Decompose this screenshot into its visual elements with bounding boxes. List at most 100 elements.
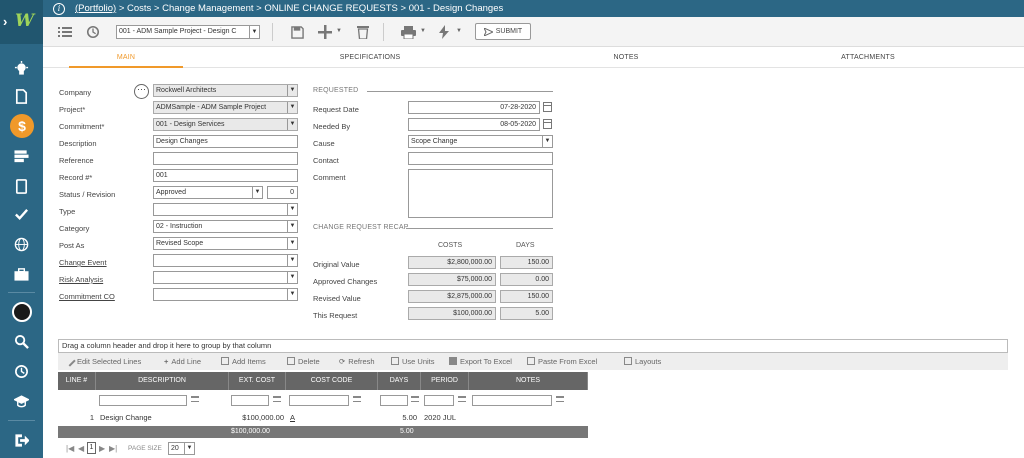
print-dropdown-caret-icon[interactable]: ▼ — [420, 28, 426, 34]
tab-specifications[interactable]: SPECIFICATIONS — [313, 47, 427, 68]
save-icon[interactable] — [289, 24, 305, 40]
dollar-icon[interactable]: $ — [10, 114, 34, 138]
document-icon[interactable] — [0, 83, 43, 109]
filter-icon[interactable] — [273, 396, 281, 402]
filter-input[interactable] — [380, 395, 408, 406]
avatar-icon[interactable] — [12, 302, 32, 322]
submit-button[interactable]: SUBMIT — [475, 23, 531, 40]
chevron-down-icon[interactable]: ▼ — [184, 443, 194, 454]
group-by-drop-zone[interactable]: Drag a column header and drop it here to… — [58, 339, 1008, 353]
layouts-button[interactable]: Layouts — [624, 357, 661, 366]
list-view-icon[interactable] — [57, 24, 73, 40]
check-icon[interactable] — [0, 201, 43, 227]
commitment-field[interactable]: 001 - Design Services ▼ — [153, 118, 298, 131]
comment-textarea[interactable] — [408, 169, 553, 218]
filter-input[interactable] — [231, 395, 269, 406]
column-header-description[interactable]: DESCRIPTION — [96, 372, 229, 390]
globe-icon[interactable] — [0, 231, 43, 257]
column-header-period[interactable]: PERIOD — [421, 372, 469, 390]
filter-icon[interactable] — [458, 396, 466, 402]
commitment-co-field[interactable]: ▼ — [153, 288, 298, 301]
chevron-down-icon[interactable]: ▼ — [287, 85, 297, 96]
add-line-button[interactable]: + Add Line — [164, 357, 201, 366]
filter-icon[interactable] — [191, 396, 199, 402]
breadcrumb-portfolio-link[interactable]: (Portfolio) — [75, 3, 116, 14]
actions-dropdown-caret-icon[interactable]: ▼ — [456, 28, 462, 34]
company-more-icon[interactable]: ··· — [134, 84, 149, 99]
app-logo[interactable]: › W — [0, 0, 43, 44]
filter-input[interactable] — [472, 395, 552, 406]
info-icon[interactable]: i — [53, 2, 65, 15]
next-page-icon[interactable]: ▶ — [99, 444, 105, 453]
filter-icon[interactable] — [556, 396, 564, 402]
risk-analysis-field[interactable]: ▼ — [153, 271, 298, 284]
column-header-line[interactable]: LINE # — [58, 372, 96, 390]
add-items-button[interactable]: Add Items — [221, 357, 266, 366]
risk-analysis-link[interactable]: Risk Analysis — [59, 275, 103, 284]
paste-from-excel-button[interactable]: Paste From Excel — [527, 357, 597, 366]
filter-icon[interactable] — [411, 396, 419, 402]
filter-icon[interactable] — [353, 396, 361, 402]
post-as-field[interactable]: Revised Scope ▼ — [153, 237, 298, 250]
use-units-checkbox[interactable]: Use Units — [391, 357, 435, 366]
previous-page-icon[interactable]: ◀ — [78, 444, 84, 453]
tab-notes[interactable]: NOTES — [569, 47, 683, 68]
filter-input[interactable] — [99, 395, 187, 406]
contact-field[interactable] — [408, 152, 553, 165]
cause-field[interactable]: Scope Change ▼ — [408, 135, 553, 148]
search-icon[interactable] — [0, 328, 43, 354]
briefcase-icon[interactable] — [0, 261, 43, 287]
expand-chevron-icon[interactable]: › — [3, 14, 7, 29]
current-page[interactable]: 1 — [87, 442, 96, 454]
column-header-days[interactable]: DAYS — [378, 372, 421, 390]
calendar-icon[interactable] — [543, 119, 552, 129]
export-to-excel-button[interactable]: Export To Excel — [449, 357, 512, 366]
history-icon[interactable] — [0, 358, 43, 384]
trash-icon[interactable] — [355, 24, 371, 40]
delete-button[interactable]: Delete — [287, 357, 320, 366]
change-event-link[interactable]: Change Event — [59, 258, 107, 267]
last-page-icon[interactable]: ▶| — [109, 444, 117, 453]
page-size-select[interactable]: 20 ▼ — [168, 442, 195, 455]
filter-input[interactable] — [289, 395, 349, 406]
reference-field[interactable] — [153, 152, 298, 165]
first-page-icon[interactable]: |◀ — [66, 444, 74, 453]
calendar-icon[interactable] — [543, 102, 552, 112]
lightbulb-icon[interactable] — [0, 55, 43, 81]
status-field[interactable]: Approved ▼ — [153, 186, 263, 199]
chevron-down-icon[interactable]: ▼ — [252, 187, 262, 198]
lightning-icon[interactable] — [436, 24, 452, 40]
cell-cost-code[interactable]: A — [290, 412, 295, 424]
description-field[interactable]: Design Changes — [153, 135, 298, 148]
company-field[interactable]: Rockwell Architects ▼ — [153, 84, 298, 97]
chevron-down-icon[interactable]: ▼ — [287, 119, 297, 130]
chevron-down-icon[interactable]: ▼ — [249, 26, 259, 38]
tab-main[interactable]: MAIN — [69, 47, 183, 68]
tab-attachments[interactable]: ATTACHMENTS — [811, 47, 925, 68]
chevron-down-icon[interactable]: ▼ — [287, 102, 297, 113]
tablet-icon[interactable] — [0, 173, 43, 199]
chevron-down-icon[interactable]: ▼ — [287, 289, 297, 300]
commitment-co-link[interactable]: Commitment CO — [59, 292, 115, 301]
revision-field[interactable]: 0 — [267, 186, 298, 199]
add-dropdown-caret-icon[interactable]: ▼ — [336, 28, 342, 34]
column-header-notes[interactable]: NOTES — [469, 372, 588, 390]
chevron-down-icon[interactable]: ▼ — [287, 255, 297, 266]
record-field[interactable]: 001 — [153, 169, 298, 182]
refresh-button[interactable]: ⟳ Refresh — [339, 357, 375, 366]
logout-icon[interactable] — [0, 427, 43, 453]
edit-selected-lines-button[interactable]: Edit Selected Lines — [64, 355, 141, 367]
chevron-down-icon[interactable]: ▼ — [287, 204, 297, 215]
chevron-down-icon[interactable]: ▼ — [287, 238, 297, 249]
chevron-down-icon[interactable]: ▼ — [287, 221, 297, 232]
filter-input[interactable] — [424, 395, 454, 406]
record-select[interactable]: 001 - ADM Sample Project - Design C ▼ — [116, 25, 260, 39]
category-field[interactable]: 02 - Instruction ▼ — [153, 220, 298, 233]
change-event-field[interactable]: ▼ — [153, 254, 298, 267]
history-icon[interactable] — [85, 24, 101, 40]
needed-by-field[interactable]: 08-05-2020 — [408, 118, 540, 131]
request-date-field[interactable]: 07-28-2020 — [408, 101, 540, 114]
print-icon[interactable] — [400, 24, 416, 40]
graduation-icon[interactable] — [0, 388, 43, 414]
type-field[interactable]: ▼ — [153, 203, 298, 216]
